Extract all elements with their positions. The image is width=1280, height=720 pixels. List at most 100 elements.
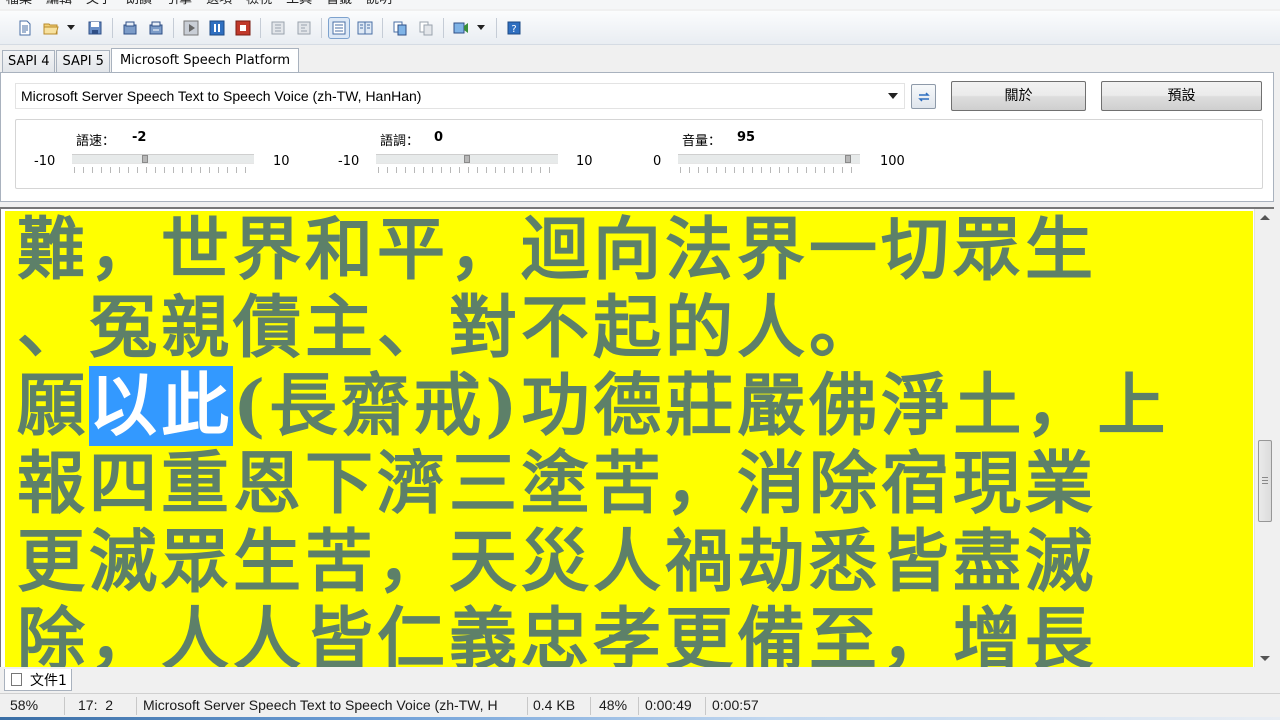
text-line: 除，人人皆仁義忠孝更備至，增長 [17,600,1098,667]
rate-max: 10 [273,154,290,169]
status-size: 0.4 KB [533,697,576,713]
status-divider [136,697,137,715]
rate-min: -10 [34,154,56,169]
status-zoom: 58% [10,697,39,713]
tab-microsoft-speech-platform[interactable]: Microsoft Speech Platform [110,48,300,73]
text-line: 更滅眾生苦，天災人禍劫悉皆盡滅 [17,522,1098,602]
menu-file[interactable]: 檔案 [6,0,32,9]
stop-icon[interactable] [232,17,254,39]
convert-batch-icon[interactable] [415,17,437,39]
previous-icon[interactable] [267,17,289,39]
document-text[interactable]: 難，世界和平，迴向法界一切眾生 、冤親債主、對不起的人。 願以此(長齋戒)功德莊… [5,211,1253,667]
next-icon[interactable] [293,17,315,39]
voice-select[interactable]: Microsoft Server Speech Text to Speech V… [15,83,905,109]
text-view-icon[interactable] [328,16,350,39]
toolbar-separator [173,17,174,38]
volume-min: 0 [653,154,662,169]
menu-help[interactable]: 說明 [366,0,392,9]
menu-edit[interactable]: 編輯 [46,0,72,9]
scroll-down-icon[interactable] [1260,656,1270,661]
pitch-max: 10 [576,154,593,169]
rate-slider-thumb[interactable] [142,155,148,163]
menu-bookmarks[interactable]: 書籤 [326,0,352,9]
toolbar-separator [443,17,444,38]
volume-value: 95 [737,130,756,145]
text-editor[interactable]: 難，世界和平，迴向法界一切眾生 、冤親債主、對不起的人。 願以此(長齋戒)功德莊… [0,207,1274,667]
pause-icon[interactable] [206,17,228,39]
vertical-scrollbar[interactable] [1254,209,1274,667]
document-tab[interactable]: 文件1 [4,669,72,691]
help-icon[interactable]: ? [503,17,525,39]
new-document-icon[interactable] [14,17,36,39]
engine-tabs: SAPI 4 SAPI 5 Microsoft Speech Platform [0,47,300,73]
pitch-ticks [378,167,558,173]
text-line: 難，世界和平，迴向法界一切眾生 [17,211,1098,290]
toolbar-separator [496,17,497,38]
status-progress: 48% [599,697,628,713]
convert-icon[interactable] [389,17,411,39]
voice-select-value: Microsoft Server Speech Text to Speech V… [21,88,422,104]
rate-slider[interactable] [72,154,254,164]
menu-engine[interactable]: 引擎 [166,0,192,9]
output-icon[interactable] [450,17,472,39]
scroll-up-icon[interactable] [1260,215,1270,220]
toolbar-separator [260,17,261,38]
about-button[interactable]: 關於 [951,81,1086,111]
swap-arrows-icon [917,91,930,102]
volume-ticks [680,167,860,173]
voice-panel: Microsoft Server Speech Text to Speech V… [0,72,1274,202]
status-divider [638,697,639,715]
toolbar-separator [382,17,383,38]
read-aloud-icon[interactable] [119,17,141,39]
svg-text:?: ? [511,24,516,35]
save-icon[interactable] [84,17,106,39]
toolbar-separator [321,17,322,38]
status-divider [705,697,706,715]
columns-icon[interactable] [354,17,376,39]
current-reading-highlight: 以此 [89,366,234,446]
tab-sapi5[interactable]: SAPI 5 [56,50,110,72]
volume-max: 100 [880,154,905,169]
document-icon [11,673,22,686]
pitch-min: -10 [338,154,360,169]
pitch-value: 0 [434,130,444,145]
volume-slider-thumb[interactable] [845,155,851,163]
chevron-down-icon[interactable] [66,24,76,31]
menu-view[interactable]: 檢視 [246,0,272,9]
default-button[interactable]: 預設 [1101,81,1262,111]
status-voice: Microsoft Server Speech Text to Speech V… [143,697,498,713]
toolbar: ? [0,11,1280,45]
chevron-down-icon[interactable] [888,93,898,99]
open-folder-icon[interactable] [40,17,62,39]
scrollbar-thumb[interactable] [1258,440,1272,522]
text-line: 報四重恩下濟三塗苦，消除宿現業 [17,444,1098,524]
status-bar: 58% 17: 2 Microsoft Server Speech Text t… [0,693,1280,720]
rate-value: -2 [132,130,147,145]
pitch-slider[interactable] [376,154,558,164]
toolbar-separator [112,17,113,38]
document-tab-label: 文件1 [30,672,67,689]
grip-icon [1262,477,1268,484]
tab-sapi4[interactable]: SAPI 4 [2,50,56,72]
volume-label: 音量： [682,134,722,149]
menu-read[interactable]: 朗讀 [126,0,152,9]
text-line: 、冤親債主、對不起的人。 [17,288,882,368]
rate-ticks [74,167,254,173]
read-selection-icon[interactable] [145,17,167,39]
status-divider [590,697,591,715]
text-line: 願以此(長齋戒)功德莊嚴佛淨土，上 [17,366,1170,446]
play-icon[interactable] [180,17,202,39]
menu-options[interactable]: 選項 [206,0,232,9]
menu-tools[interactable]: 工具 [286,0,312,9]
menu-bar: 檔案 編輯 文字 朗讀 引擎 選項 檢視 工具 書籤 說明 [0,0,1280,9]
pitch-slider-thumb[interactable] [464,155,470,163]
sliders-group: 語速： -2 -10 10 語調： 0 -10 10 音量： 95 0 100 [15,119,1263,189]
menu-text[interactable]: 文字 [86,0,112,9]
volume-slider[interactable] [678,154,860,164]
pitch-label: 語調： [380,134,420,149]
status-divider [527,697,528,715]
chevron-down-icon[interactable] [476,24,486,31]
document-tab-bar: 文件1 [0,667,1280,693]
refresh-voices-button[interactable] [911,84,936,109]
status-elapsed: 0:00:49 [645,697,692,713]
